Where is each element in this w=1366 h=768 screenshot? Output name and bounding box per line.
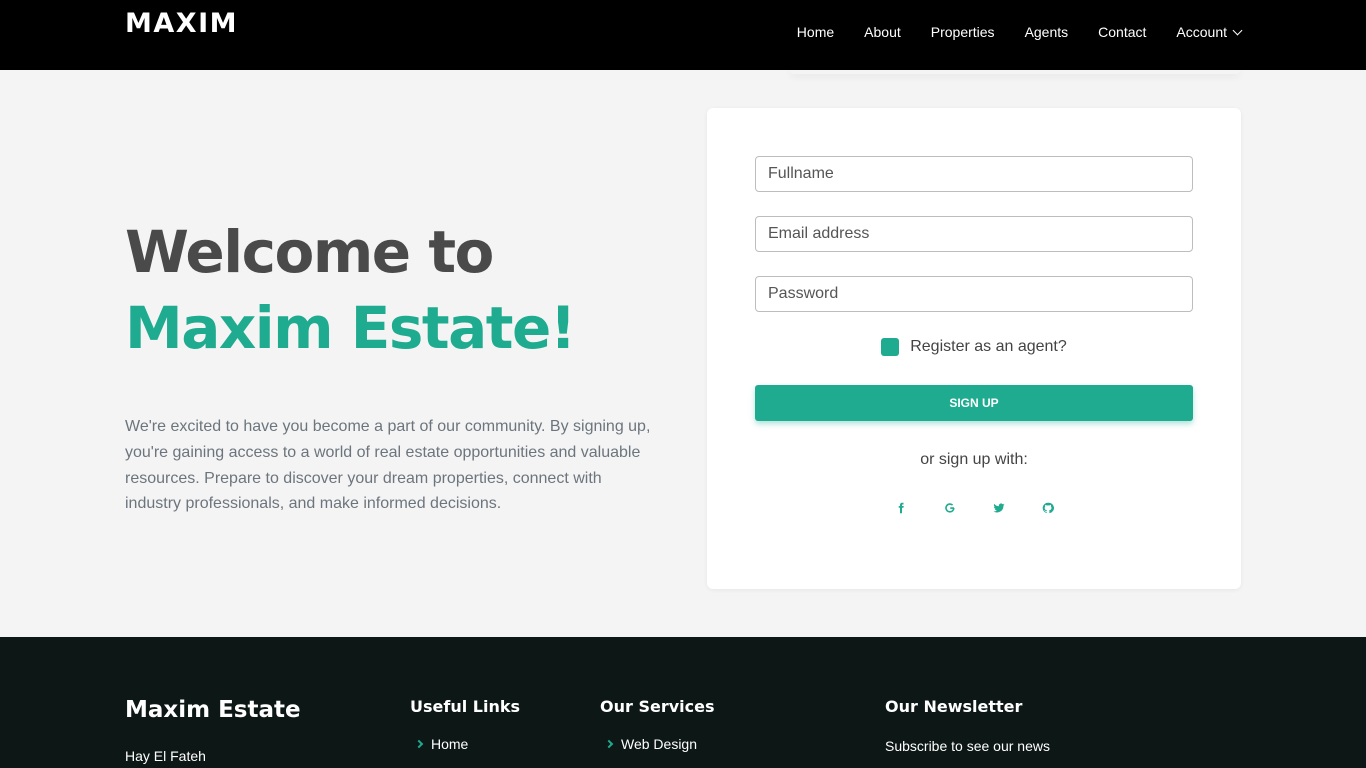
social-signup-buttons — [707, 498, 1241, 518]
twitter-icon[interactable] — [989, 498, 1009, 518]
footer-services-title: Our Services — [600, 697, 715, 716]
hero-title-line2: Maxim Estate! — [125, 294, 576, 362]
footer-link-label: Home — [431, 736, 469, 752]
google-icon[interactable] — [940, 498, 960, 518]
chevron-down-icon — [1232, 25, 1243, 35]
nav-properties[interactable]: Properties — [931, 24, 995, 40]
footer-useful-links-title: Useful Links — [410, 697, 521, 716]
agent-checkbox-label[interactable]: Register as an agent? — [910, 338, 1067, 356]
nav-contact[interactable]: Contact — [1098, 24, 1146, 40]
nav-account-label: Account — [1176, 24, 1227, 40]
footer-service-label: Web Design — [621, 736, 698, 752]
footer-link-home[interactable]: Home — [414, 736, 469, 752]
fullname-input[interactable] — [755, 156, 1193, 192]
nav-account-dropdown[interactable]: Account — [1176, 24, 1243, 40]
dropdown-shadow — [790, 70, 1240, 74]
footer-brand: Maxim Estate — [125, 697, 301, 723]
site-footer: Maxim Estate Hay El Fateh Useful Links H… — [0, 637, 1366, 768]
main-nav: Home About Properties Agents Contact Acc… — [767, 24, 1243, 40]
footer-newsletter-title: Our Newsletter — [885, 697, 1023, 716]
email-input[interactable] — [755, 216, 1193, 252]
hero-description: We're excited to have you become a part … — [125, 418, 651, 513]
site-logo[interactable]: MAXIM — [125, 8, 238, 39]
sign-up-button[interactable]: SIGN UP — [755, 385, 1193, 421]
or-sign-up-with-text: or sign up with: — [920, 451, 1028, 468]
footer-address: Hay El Fateh — [125, 748, 206, 764]
facebook-icon[interactable] — [891, 498, 911, 518]
footer-newsletter-text: Subscribe to see our news — [885, 738, 1050, 754]
nav-about[interactable]: About — [864, 24, 901, 40]
agent-checkbox-row: Register as an agent? — [707, 338, 1241, 356]
agent-checkbox[interactable] — [881, 338, 900, 356]
chevron-right-icon — [414, 739, 424, 749]
nav-agents[interactable]: Agents — [1025, 24, 1069, 40]
top-navbar: MAXIM Home About Properties Agents Conta… — [0, 0, 1366, 70]
chevron-right-icon — [604, 739, 614, 749]
hero-title: Welcome to Maxim Estate! — [125, 214, 576, 366]
signup-card: Register as an agent? SIGN UP or sign up… — [707, 108, 1241, 589]
footer-service-web-design[interactable]: Web Design — [604, 736, 698, 752]
nav-home[interactable]: Home — [797, 24, 834, 40]
hero-title-line1: Welcome to — [125, 218, 494, 286]
github-icon[interactable] — [1038, 498, 1058, 518]
password-input[interactable] — [755, 276, 1193, 312]
